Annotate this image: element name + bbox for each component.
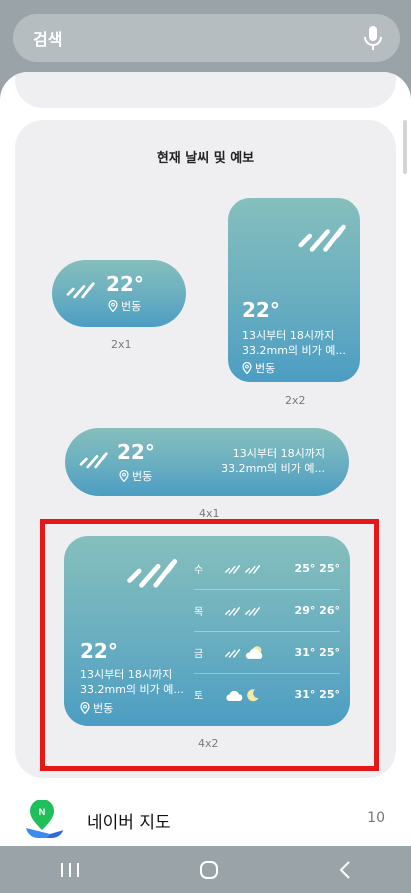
forecast-line-2: 33.2mm의 비가 예...: [242, 344, 346, 357]
size-label: 2x2: [285, 394, 306, 407]
forecast-line-2: 33.2mm의 비가 예...: [221, 462, 325, 475]
app-name: 네이버 지도: [87, 813, 171, 833]
temperature: 22°: [106, 272, 144, 296]
temperature: 22°: [117, 440, 155, 464]
home-icon[interactable]: [199, 860, 219, 880]
search-placeholder: 검색: [33, 30, 63, 49]
rain-icon: [77, 448, 109, 470]
naver-map-icon: N: [26, 800, 64, 838]
widget-4x1[interactable]: 22° 번동 13시부터 18시까지 33.2mm의 비가 예...: [65, 428, 349, 496]
previous-widget-group[interactable]: [15, 72, 396, 108]
selection-highlight: [40, 519, 379, 771]
location-label: 번동: [255, 362, 276, 375]
svg-text:N: N: [39, 807, 46, 817]
forecast-line-1: 13시부터 18시까지: [232, 447, 325, 460]
location-label: 번동: [121, 300, 142, 313]
group-title: 현재 날씨 및 예보: [156, 151, 255, 166]
location-pin-icon: [242, 362, 252, 374]
location-pin-icon: [119, 470, 129, 482]
mic-icon[interactable]: [362, 25, 384, 51]
navigation-bar: [0, 846, 411, 893]
location: 번동: [108, 298, 141, 314]
back-icon[interactable]: [338, 860, 352, 880]
widget-2x2[interactable]: 22° 13시부터 18시까지 33.2mm의 비가 예... 번동: [228, 198, 360, 382]
temperature: 22°: [242, 298, 280, 322]
recents-icon[interactable]: [59, 861, 81, 879]
forecast-line-1: 13시부터 18시까지: [242, 329, 335, 342]
location: 번동: [119, 468, 152, 484]
scrollbar[interactable]: [403, 120, 407, 174]
location: 번동: [242, 360, 275, 376]
rain-icon: [64, 278, 96, 300]
location-pin-icon: [108, 300, 118, 312]
rain-icon: [294, 218, 348, 254]
location-label: 번동: [132, 470, 153, 483]
size-label: 2x1: [111, 338, 132, 351]
widget-count: 10: [367, 810, 385, 826]
widget-2x1[interactable]: 22° 번동: [52, 260, 186, 327]
app-row-naver-map[interactable]: N 네이버 지도 10: [0, 790, 411, 846]
search-bar[interactable]: 검색: [13, 14, 400, 62]
